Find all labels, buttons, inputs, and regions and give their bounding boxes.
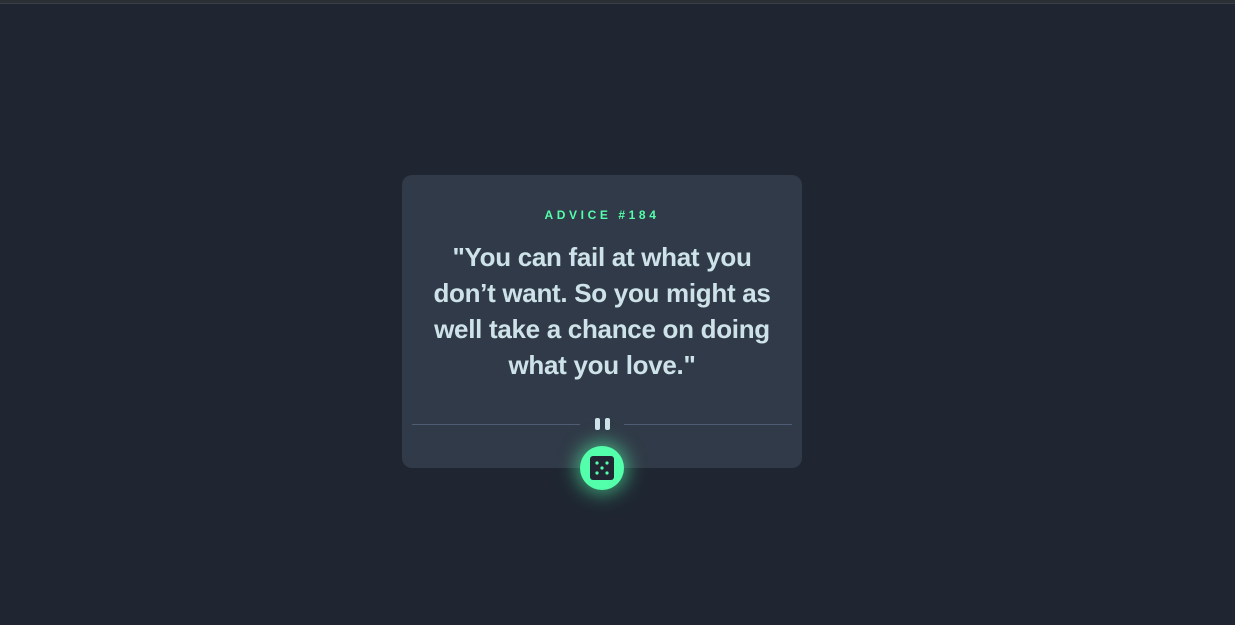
advice-card: ADVICE #184 "You can fail at what you do… xyxy=(402,175,802,468)
pause-icon xyxy=(593,418,611,430)
divider xyxy=(412,418,792,430)
new-advice-button[interactable] xyxy=(580,446,624,490)
divider-line-left xyxy=(412,424,580,425)
dice-icon xyxy=(590,456,614,480)
divider-line-right xyxy=(624,424,792,425)
advice-number: ADVICE #184 xyxy=(544,208,660,222)
browser-top-edge xyxy=(0,0,1235,4)
advice-quote: "You can fail at what you don’t want. So… xyxy=(433,242,771,380)
